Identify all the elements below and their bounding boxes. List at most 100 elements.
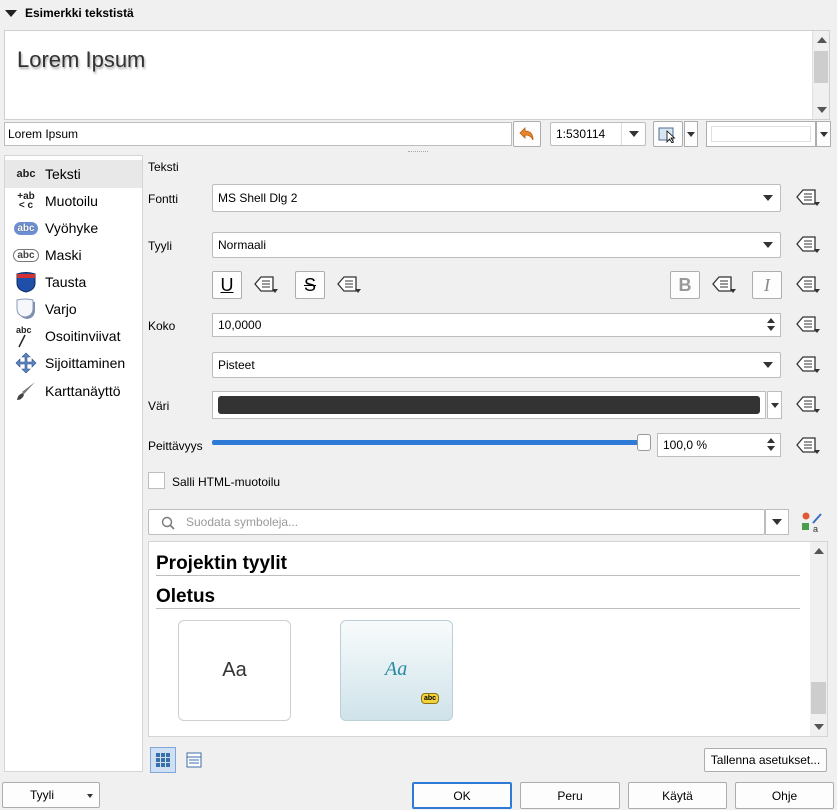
style-menu-label: Tyyli bbox=[30, 788, 54, 802]
sidebar-item-tausta[interactable]: Tausta bbox=[13, 269, 86, 295]
opacity-slider-handle[interactable] bbox=[637, 434, 651, 451]
data-defined-override-icon[interactable] bbox=[794, 434, 822, 458]
data-defined-override-icon[interactable] bbox=[335, 273, 363, 297]
size-label: Koko bbox=[148, 319, 176, 333]
spin-arrows-icon[interactable] bbox=[764, 316, 778, 334]
sidebar-item-label: Karttanäyttö bbox=[45, 383, 121, 399]
italic-toggle[interactable]: I bbox=[752, 271, 782, 299]
list-view-button[interactable] bbox=[181, 747, 207, 773]
sidebar-item-osoitinviivat[interactable]: abc Osoitinviivat bbox=[13, 323, 120, 349]
opacity-spinbox[interactable]: 100,0 % bbox=[657, 433, 781, 457]
symbol-swatch-text: Aa bbox=[385, 658, 408, 680]
style-manager-icon[interactable]: a bbox=[800, 510, 824, 534]
style-menu-button[interactable]: Tyyli bbox=[2, 782, 100, 808]
sidebar-item-maski[interactable]: abc Maski bbox=[13, 242, 82, 268]
collapse-triangle-icon[interactable] bbox=[5, 10, 17, 17]
data-defined-override-icon[interactable] bbox=[794, 233, 822, 257]
sidebar-item-label: Vyöhyke bbox=[45, 220, 99, 236]
opacity-slider[interactable] bbox=[212, 434, 651, 451]
symbol-search-input[interactable]: Suodata symboleja... bbox=[148, 509, 765, 535]
scale-combo[interactable]: 1:530114 bbox=[550, 122, 646, 146]
preview-header[interactable]: Esimerkki tekstistä bbox=[0, 0, 837, 28]
chevron-down-icon[interactable] bbox=[756, 233, 780, 257]
opacity-label: Peittävyys bbox=[148, 439, 203, 453]
icon-view-button[interactable] bbox=[150, 747, 176, 773]
html-format-checkbox[interactable] bbox=[148, 472, 165, 489]
search-icon bbox=[161, 516, 175, 530]
set-scale-from-map-button[interactable] bbox=[653, 121, 683, 147]
formatting-icon: +ab < c bbox=[17, 191, 35, 211]
symbol-list-scrollbar[interactable] bbox=[810, 542, 827, 736]
save-settings-button[interactable]: Tallenna asetukset... bbox=[704, 748, 827, 772]
sidebar-item-vyohyke[interactable]: abc Vyöhyke bbox=[13, 215, 98, 241]
reset-preview-button[interactable] bbox=[513, 121, 541, 147]
sidebar-item-label: Maski bbox=[45, 247, 82, 263]
font-combo[interactable]: MS Shell Dlg 2 bbox=[212, 184, 781, 212]
map-cursor-icon bbox=[658, 127, 676, 143]
font-label: Fontti bbox=[148, 192, 179, 206]
sidebar-item-label: Tausta bbox=[45, 274, 87, 290]
data-defined-override-icon[interactable] bbox=[794, 186, 822, 210]
chevron-down-icon[interactable] bbox=[756, 353, 780, 377]
sidebar-item-label: Muotoilu bbox=[45, 193, 98, 209]
cancel-button[interactable]: Peru bbox=[520, 782, 620, 809]
scroll-thumb[interactable] bbox=[811, 682, 826, 714]
buffer-icon: abc bbox=[13, 217, 39, 239]
abc-text-icon: abc bbox=[16, 168, 36, 180]
sidebar-item-label: Varjo bbox=[45, 301, 77, 317]
apply-button[interactable]: Käytä bbox=[628, 782, 727, 809]
preview-text-input[interactable]: Lorem Ipsum bbox=[4, 122, 512, 146]
symbol-swatch[interactable]: Aa bbox=[178, 620, 291, 721]
group-divider bbox=[156, 575, 800, 576]
color-button[interactable] bbox=[212, 391, 766, 419]
sidebar-item-muotoilu[interactable]: +ab < c Muotoilu bbox=[13, 188, 98, 214]
symbol-filter-menu[interactable] bbox=[765, 509, 789, 535]
style-label: Tyyli bbox=[148, 239, 172, 253]
undo-arrow-icon bbox=[519, 127, 534, 141]
underline-toggle[interactable]: U bbox=[212, 271, 242, 299]
scroll-up-icon[interactable] bbox=[814, 548, 824, 554]
splitter-handle[interactable] bbox=[408, 151, 428, 154]
size-spinbox[interactable]: 10,0000 bbox=[212, 313, 781, 337]
sidebar-item-varjo[interactable]: Varjo bbox=[13, 296, 77, 322]
background-color-menu-arrow[interactable] bbox=[816, 121, 831, 147]
data-defined-override-icon[interactable] bbox=[710, 273, 738, 297]
chevron-down-icon[interactable] bbox=[621, 123, 645, 145]
sidebar-item-sijoittaminen[interactable]: Sijoittaminen bbox=[13, 350, 125, 376]
data-defined-override-icon[interactable] bbox=[252, 273, 280, 297]
scroll-track[interactable] bbox=[811, 562, 826, 682]
chevron-down-icon[interactable] bbox=[756, 185, 780, 211]
scroll-down-icon[interactable] bbox=[814, 724, 824, 730]
background-color-button[interactable] bbox=[706, 121, 816, 147]
list-view-icon bbox=[186, 752, 202, 768]
strikethrough-toggle[interactable]: S bbox=[295, 271, 325, 299]
style-value: Normaali bbox=[218, 238, 267, 252]
scroll-thumb[interactable] bbox=[814, 51, 828, 83]
style-combo[interactable]: Normaali bbox=[212, 232, 781, 258]
sidebar-item-label: Teksti bbox=[45, 166, 81, 182]
preview-canvas: Lorem Ipsum bbox=[4, 30, 830, 120]
chevron-down-icon bbox=[87, 794, 93, 798]
color-label: Väri bbox=[148, 399, 170, 413]
bold-toggle[interactable]: B bbox=[670, 271, 700, 299]
help-button[interactable]: Ohje bbox=[735, 782, 834, 809]
scroll-down-icon[interactable] bbox=[817, 107, 827, 113]
rendering-icon bbox=[13, 380, 39, 402]
data-defined-override-icon[interactable] bbox=[794, 313, 822, 337]
scale-menu-arrow[interactable] bbox=[684, 121, 698, 147]
data-defined-override-icon[interactable] bbox=[794, 393, 822, 417]
size-unit-combo[interactable]: Pisteet bbox=[212, 352, 781, 378]
mask-icon: abc bbox=[13, 244, 39, 266]
color-menu-arrow[interactable] bbox=[767, 391, 782, 419]
symbol-swatch[interactable]: Aa abc bbox=[340, 620, 453, 721]
section-title: Teksti bbox=[148, 160, 179, 174]
ok-button[interactable]: OK bbox=[412, 782, 512, 809]
sidebar-item-teksti[interactable]: abc Teksti bbox=[13, 161, 81, 187]
data-defined-override-icon[interactable] bbox=[794, 353, 822, 377]
symbol-list: Projektin tyylit Oletus Aa Aa abc bbox=[148, 541, 828, 737]
spin-arrows-icon[interactable] bbox=[764, 436, 778, 454]
data-defined-override-icon[interactable] bbox=[794, 273, 822, 297]
scroll-up-icon[interactable] bbox=[817, 37, 827, 43]
sidebar-item-karttanaytto[interactable]: Karttanäyttö bbox=[13, 378, 121, 404]
preview-scrollbar[interactable] bbox=[812, 31, 829, 119]
